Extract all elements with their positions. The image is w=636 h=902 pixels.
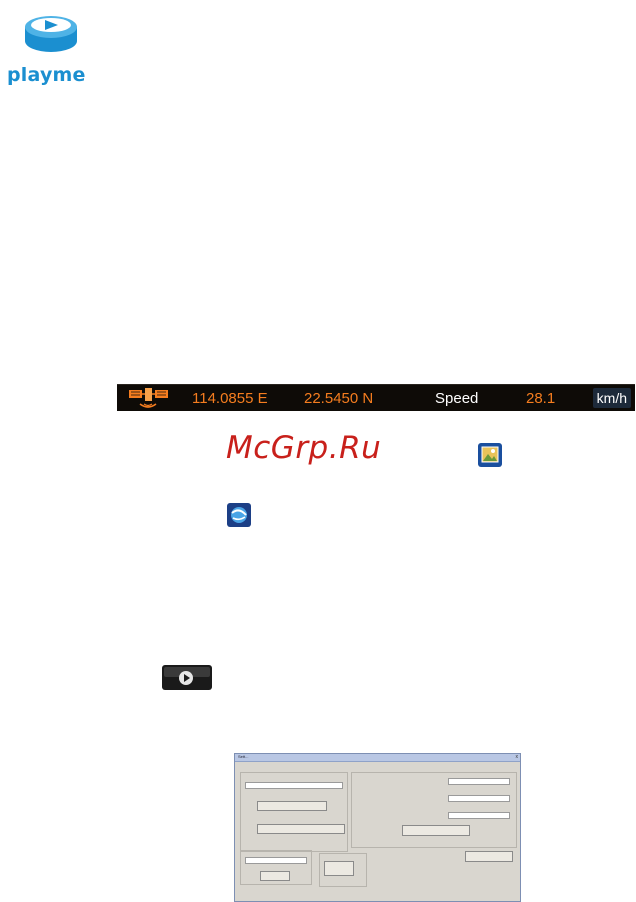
dialog-button-4[interactable] (324, 861, 354, 876)
footer-line (435, 879, 515, 880)
dropdown-field[interactable] (245, 857, 307, 864)
dialog-button-3[interactable] (260, 871, 290, 881)
speed-value: 28.1 (526, 390, 556, 407)
dialog-button-5[interactable] (402, 825, 470, 836)
satellite-icon (129, 388, 168, 408)
select-field[interactable] (245, 782, 343, 789)
watermark: McGrp.Ru (226, 430, 382, 466)
longitude-value: 114.0855 E (192, 390, 268, 407)
play-button-icon[interactable] (162, 665, 212, 690)
brand-name: playme (7, 64, 86, 86)
settings-dialog: Sett... x (234, 753, 521, 902)
dialog-button-6[interactable] (465, 851, 513, 862)
dialog-button-1[interactable] (257, 801, 327, 811)
dialog-button-2[interactable] (257, 824, 345, 834)
speed-label: Speed (435, 390, 479, 407)
globe-icon[interactable] (226, 502, 252, 528)
text-field-1[interactable] (448, 778, 510, 785)
photo-icon[interactable] (477, 442, 503, 468)
dialog-title: Sett... (238, 754, 249, 759)
playme-logo-icon (25, 16, 77, 52)
playme-logo: playme (3, 5, 99, 86)
text-field-3[interactable] (448, 812, 510, 819)
close-icon[interactable]: x (516, 754, 519, 760)
speed-unit-button[interactable]: km/h (592, 388, 631, 408)
dialog-titlebar: Sett... x (235, 754, 520, 762)
text-field-2[interactable] (448, 795, 510, 802)
latitude-value: 22.5450 N (304, 390, 374, 407)
gps-status-bar: 114.0855 E 22.5450 N Speed 28.1 km/h (117, 384, 635, 411)
